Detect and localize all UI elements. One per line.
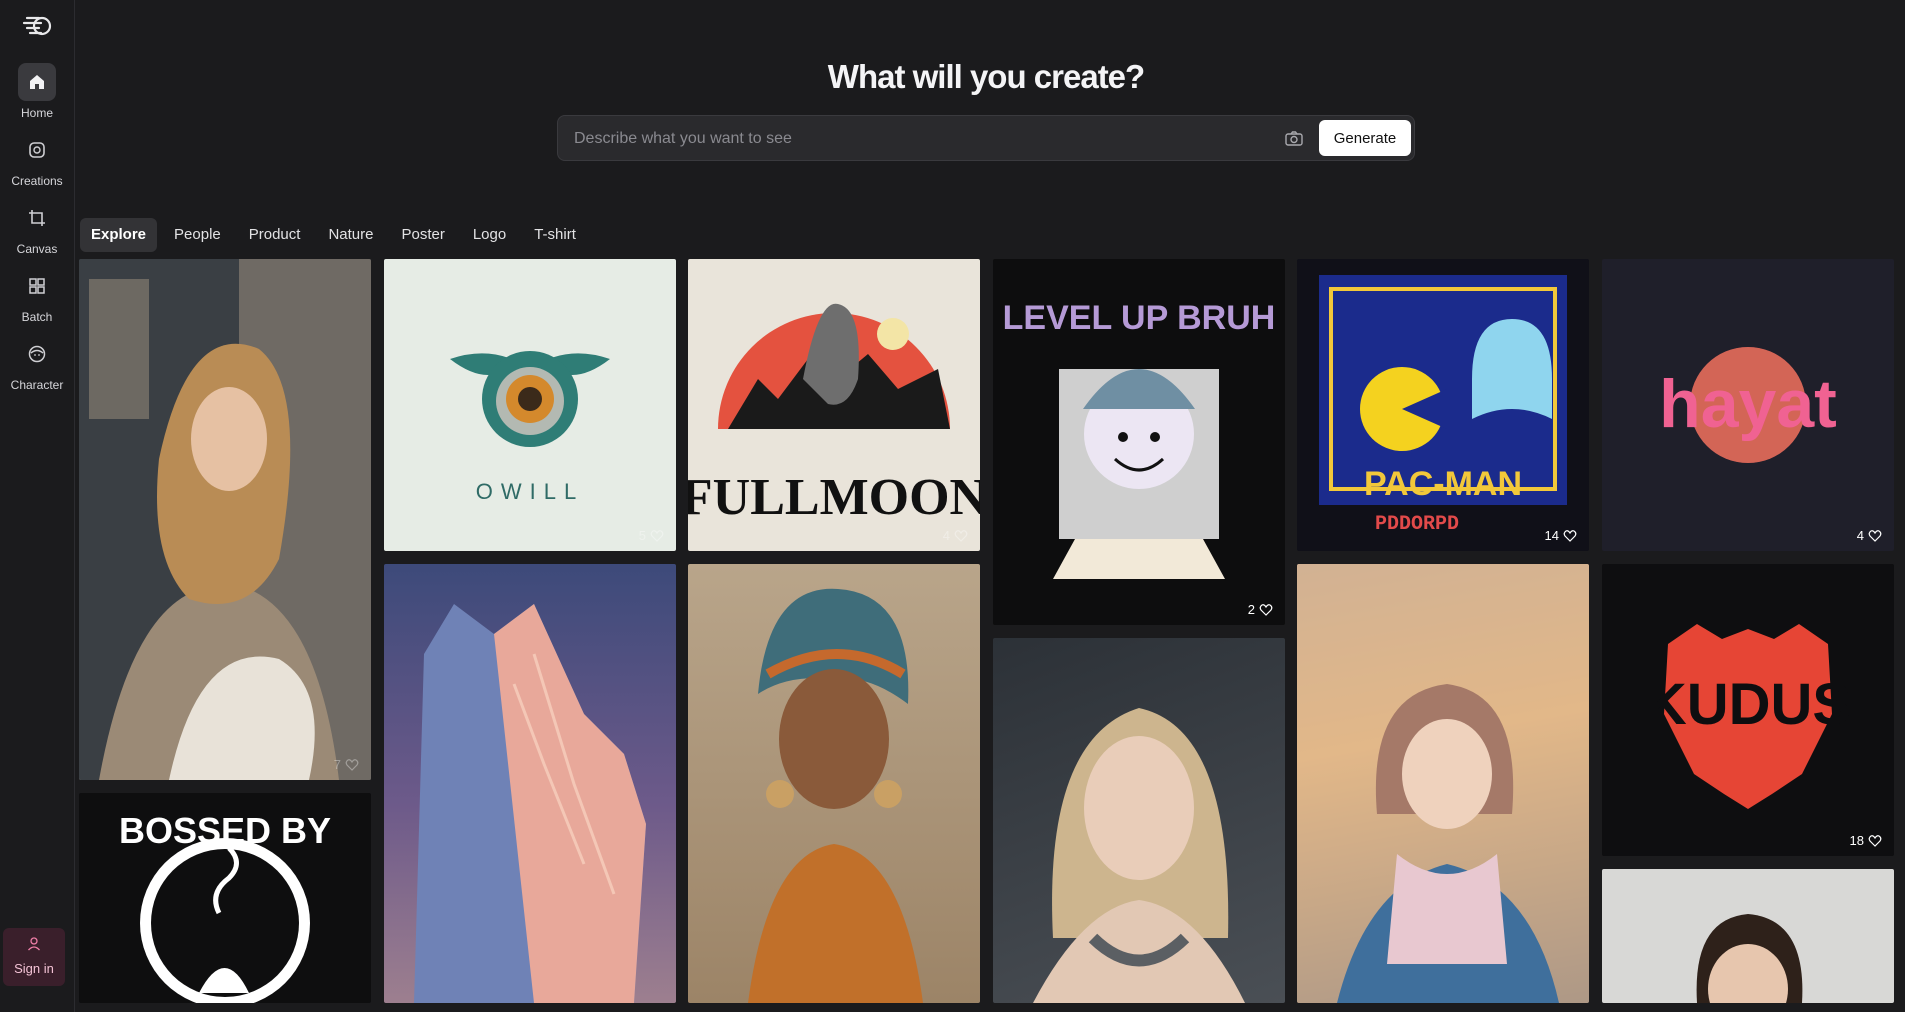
girl-scarf-image: [1297, 564, 1589, 1003]
prompt-bar: Generate: [557, 115, 1415, 161]
gallery-card-woman-portrait[interactable]: [1602, 869, 1894, 1003]
like-count[interactable]: 4: [943, 528, 968, 543]
like-count[interactable]: 14: [1545, 528, 1577, 543]
woman-headwrap-image: [748, 588, 923, 1003]
tab-nature[interactable]: Nature: [317, 218, 384, 252]
sidebar-item-creations[interactable]: Creations: [0, 131, 74, 188]
heart-icon: [650, 529, 664, 542]
sidebar-item-character[interactable]: Character: [0, 335, 74, 392]
svg-text:PDDORPD: PDDORPD: [1375, 513, 1459, 536]
gallery-card-pac-man[interactable]: PAC-MAN PDDORPD 14: [1297, 259, 1589, 551]
owill-logo-image: OWILL: [450, 351, 610, 504]
app-logo-icon[interactable]: [19, 8, 55, 44]
crop-icon: [18, 199, 56, 237]
gallery-card-woman-blonde[interactable]: [993, 638, 1285, 1003]
gallery-card-iceberg[interactable]: [384, 564, 676, 1003]
prompt-input[interactable]: [572, 124, 1256, 154]
like-count[interactable]: 2: [1248, 602, 1273, 617]
tab-product[interactable]: Product: [238, 218, 312, 252]
sidebar-item-label: Creations: [11, 174, 63, 188]
like-count[interactable]: 5: [639, 528, 664, 543]
face-icon: [18, 335, 56, 373]
tab-explore[interactable]: Explore: [80, 218, 158, 252]
svg-text:BOSSED BY: BOSSED BY: [119, 810, 331, 851]
svg-text:OWILL: OWILL: [476, 479, 584, 504]
sidebar-item-label: Batch: [21, 310, 53, 324]
heart-icon: [1868, 834, 1882, 847]
iceberg-image: [414, 604, 646, 1003]
sidebar-item-label: Character: [10, 378, 64, 392]
grid-icon: [18, 267, 56, 305]
page-title: What will you create?: [827, 58, 1145, 95]
tab-logo[interactable]: Logo: [462, 218, 517, 252]
level-up-image: LEVEL UP BRUH: [1003, 299, 1276, 579]
gallery-card-woman-salon[interactable]: 7: [79, 259, 371, 780]
gallery-card-level-up[interactable]: LEVEL UP BRUH 2: [993, 259, 1285, 625]
gallery-card-hayat[interactable]: hayat 4: [1602, 259, 1894, 551]
like-count[interactable]: 7: [334, 757, 359, 772]
sidebar: Home Creations Canvas Batch Character Si…: [0, 0, 75, 1012]
heart-icon: [345, 758, 359, 771]
like-count[interactable]: 18: [1850, 833, 1882, 848]
gallery-card-fullmoon[interactable]: FULLMOON 4: [688, 259, 980, 551]
heart-icon: [954, 529, 968, 542]
gallery-card-kudus[interactable]: KUDUS 18: [1602, 564, 1894, 856]
gallery-card-bossed-by[interactable]: BOSSED BY: [79, 793, 371, 1003]
svg-text:LEVEL UP BRUH: LEVEL UP BRUH: [1003, 299, 1276, 337]
sidebar-item-canvas[interactable]: Canvas: [0, 199, 74, 256]
hayat-image: hayat: [1659, 347, 1837, 463]
sign-in-button[interactable]: Sign in: [3, 928, 65, 986]
heart-icon: [1563, 529, 1577, 542]
sidebar-item-label: Home: [20, 106, 53, 120]
svg-text:KUDUS: KUDUS: [1645, 672, 1851, 737]
generate-button[interactable]: Generate: [1319, 120, 1411, 156]
heart-icon: [1868, 529, 1882, 542]
sign-in-label: Sign in: [14, 961, 54, 976]
svg-text:PAC-MAN: PAC-MAN: [1364, 465, 1522, 503]
woman-blonde-image: [1033, 708, 1245, 1003]
heart-icon: [1259, 603, 1273, 616]
gallery-card-owill-logo[interactable]: OWILL 5: [384, 259, 676, 551]
kudus-image: KUDUS: [1645, 624, 1851, 809]
gallery-card-girl-scarf[interactable]: [1297, 564, 1589, 1003]
svg-text:FULLMOON: FULLMOON: [688, 469, 980, 526]
svg-text:hayat: hayat: [1659, 366, 1837, 442]
image-icon: [18, 131, 56, 169]
like-count[interactable]: 4: [1857, 528, 1882, 543]
tab-poster[interactable]: Poster: [390, 218, 455, 252]
user-icon: [3, 928, 65, 957]
tab-tshirt[interactable]: T-shirt: [523, 218, 587, 252]
camera-icon[interactable]: [1283, 128, 1305, 150]
woman-portrait-image: [1696, 914, 1803, 1003]
sidebar-item-label: Canvas: [16, 242, 58, 256]
fullmoon-image: FULLMOON: [688, 303, 980, 526]
category-tabs: Explore People Product Nature Poster Log…: [80, 218, 587, 252]
bossed-by-image: BOSSED BY: [119, 810, 331, 1003]
woman-salon-image: [79, 259, 371, 780]
tab-people[interactable]: People: [163, 218, 232, 252]
sidebar-item-batch[interactable]: Batch: [0, 267, 74, 324]
gallery-card-woman-headwrap[interactable]: [688, 564, 980, 1003]
pac-man-image: PAC-MAN PDDORPD: [1319, 275, 1567, 536]
